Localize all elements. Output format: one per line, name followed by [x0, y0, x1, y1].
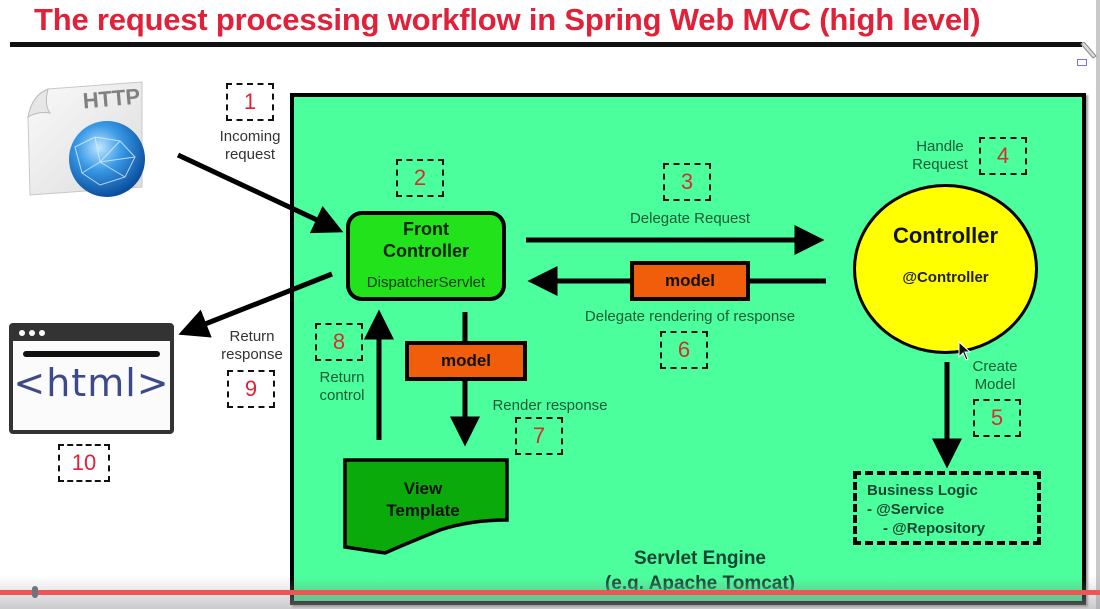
- step-badge-2: 2: [396, 159, 444, 197]
- label-delegate-rendering: Delegate rendering of response: [584, 308, 796, 325]
- service-annotation: - @Service: [867, 501, 945, 518]
- label-return-control: Return control: [306, 369, 378, 405]
- label-line: Incoming: [219, 128, 281, 145]
- step-badge-6: 6: [660, 331, 708, 369]
- business-logic-box: Business Logic - @Service - @Repository: [853, 471, 1041, 545]
- label-return-response: Return response: [212, 328, 292, 364]
- label-handle-request: Handle Request: [905, 138, 975, 174]
- view-template-label: View Template: [346, 478, 500, 522]
- controller-annotation: @Controller: [902, 269, 989, 286]
- controller-circle: Controller @Controller: [853, 184, 1038, 354]
- mouse-cursor-icon: [958, 341, 972, 361]
- label-line: Template: [386, 501, 460, 520]
- arrow-return-response: [178, 271, 333, 338]
- step-badge-8: 8: [315, 323, 363, 361]
- label-create-model: Create Model: [960, 358, 1030, 394]
- label-incoming-request: Incoming request: [212, 128, 288, 164]
- video-progress-bar[interactable]: [0, 590, 1100, 595]
- label-render-response: Render response: [492, 397, 608, 414]
- step-badge-4: 4: [979, 137, 1027, 175]
- video-progress-scrubber[interactable]: [32, 586, 38, 598]
- step-badge-9: 9: [227, 370, 275, 408]
- business-logic-title: Business Logic: [867, 482, 978, 499]
- front-controller-box: Front Controller DispatcherServlet: [346, 211, 506, 301]
- label-line: Request: [912, 156, 968, 173]
- label-delegate-request: Delegate Request: [629, 210, 751, 227]
- label-line: control: [319, 387, 365, 404]
- label-line: request: [224, 146, 276, 163]
- step-badge-7: 7: [515, 417, 563, 455]
- label-line: Return: [319, 369, 365, 386]
- title-line: Controller: [382, 241, 469, 261]
- dispatcher-servlet-label: DispatcherServlet: [366, 274, 486, 291]
- step-badge-5: 5: [973, 399, 1021, 437]
- label-line: Handle: [916, 138, 964, 155]
- controller-title: Controller: [892, 223, 999, 248]
- step-badge-1: 1: [226, 83, 274, 121]
- label-line: Return: [229, 328, 275, 345]
- label-line: View: [403, 479, 443, 498]
- model-box-render: model: [405, 341, 527, 381]
- label-line: Servlet Engine: [634, 548, 766, 569]
- front-controller-title: Front Controller: [350, 218, 502, 262]
- model-box-delegate: model: [630, 261, 750, 301]
- label-line: Model: [974, 376, 1016, 393]
- step-badge-10: 10: [58, 444, 110, 482]
- title-line: Front: [403, 219, 449, 239]
- step-badge-3: 3: [663, 163, 711, 201]
- repository-annotation: - @Repository: [883, 520, 986, 537]
- label-line: response: [221, 346, 283, 363]
- arrow-incoming-request: [176, 152, 344, 234]
